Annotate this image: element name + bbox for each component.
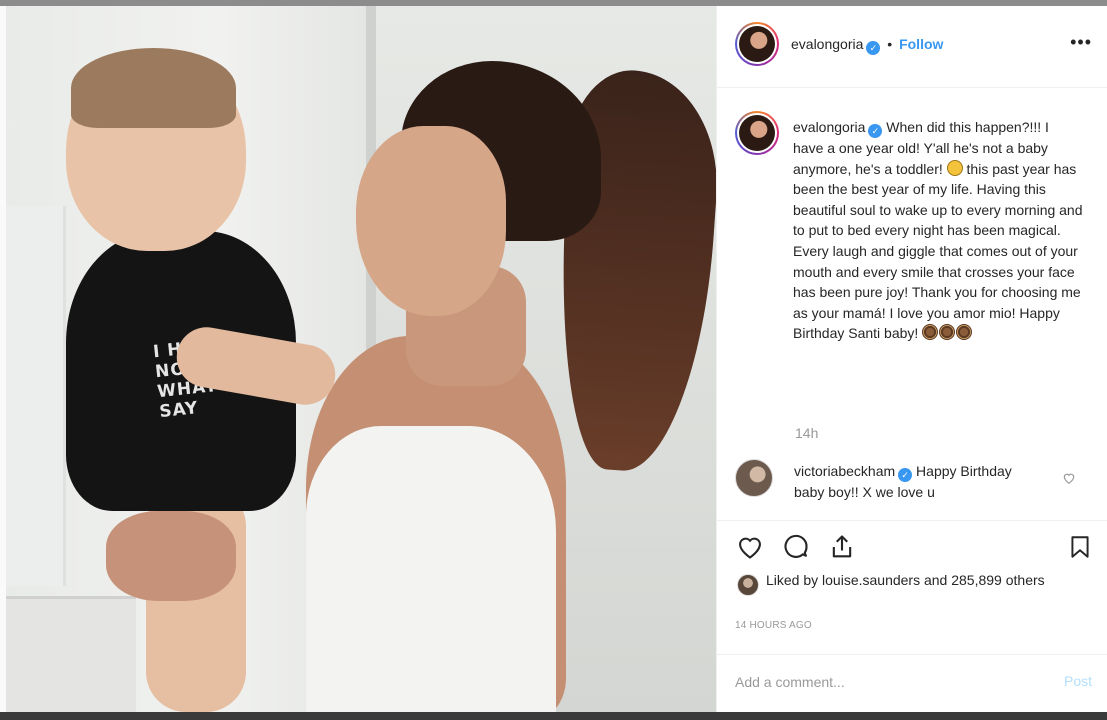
comments-area[interactable]: evalongoria ✓ When did this happen?!!! I …	[717, 89, 1107, 529]
cake-emoji-icon	[922, 324, 939, 341]
caption-author-avatar[interactable]	[735, 111, 779, 155]
laughing-emoji-icon	[946, 159, 963, 176]
cake-emoji-icon	[956, 324, 973, 341]
post-side-panel: evalongoria ✓ • Follow ••• evalongoria ✓ W…	[716, 6, 1107, 712]
heart-icon[interactable]	[735, 533, 765, 561]
comment-icon[interactable]	[781, 533, 811, 561]
post-comment-button[interactable]: Post	[1064, 673, 1092, 689]
verified-icon: ✓	[868, 124, 883, 138]
woman-white-top	[306, 426, 556, 712]
comment-item: victoriabeckham ✓ Happy Birthday baby boy…	[717, 459, 1107, 519]
baby-hair	[71, 48, 236, 128]
bottom-frame-strip	[0, 712, 1107, 720]
author-name-row: evalongoria ✓ • Follow	[791, 36, 943, 55]
comment-text: victoriabeckham ✓ Happy Birthday baby boy…	[794, 461, 1044, 502]
liker-avatar[interactable]	[737, 574, 759, 596]
author-username[interactable]: evalongoria	[791, 36, 863, 52]
comment-input[interactable]	[735, 671, 1035, 693]
post-header: evalongoria ✓ • Follow •••	[717, 6, 1107, 88]
bookmark-icon[interactable]	[1067, 533, 1093, 561]
verified-icon: ✓	[866, 41, 881, 55]
caption-text: evalongoria ✓ When did this happen?!!! I …	[793, 117, 1083, 344]
share-icon[interactable]	[828, 533, 856, 561]
cake-emoji-icon	[939, 324, 956, 341]
commenter-username[interactable]: victoriabeckham	[794, 463, 895, 479]
separator-dot: •	[887, 36, 893, 52]
caption-body-2: this past year has been the best year of…	[793, 160, 1083, 342]
commenter-avatar[interactable]	[735, 459, 773, 497]
post-photo[interactable]: I HAV NO WHAT SAY	[6, 6, 716, 712]
likes-text[interactable]: Liked by louise.saunders and 285,899 oth…	[766, 570, 1097, 591]
post-timestamp[interactable]: 14 HOURS AGO	[735, 620, 812, 631]
more-icon[interactable]: •••	[1070, 32, 1092, 53]
woman-face	[356, 126, 506, 316]
likes-summary: Liked by louise.saunders and 285,899 oth…	[737, 570, 1097, 596]
side-table	[6, 596, 136, 712]
caption-username[interactable]: evalongoria	[793, 119, 865, 135]
action-bar	[717, 520, 1107, 568]
woman-hand	[106, 511, 236, 601]
author-avatar[interactable]	[735, 22, 779, 66]
follow-button[interactable]: Follow	[899, 36, 943, 52]
left-wall-panel	[6, 206, 66, 586]
verified-icon: ✓	[898, 468, 913, 482]
add-comment-section: Post	[717, 654, 1107, 712]
caption-time[interactable]: 14h	[795, 425, 818, 441]
like-comment-heart-icon[interactable]	[1062, 471, 1076, 485]
